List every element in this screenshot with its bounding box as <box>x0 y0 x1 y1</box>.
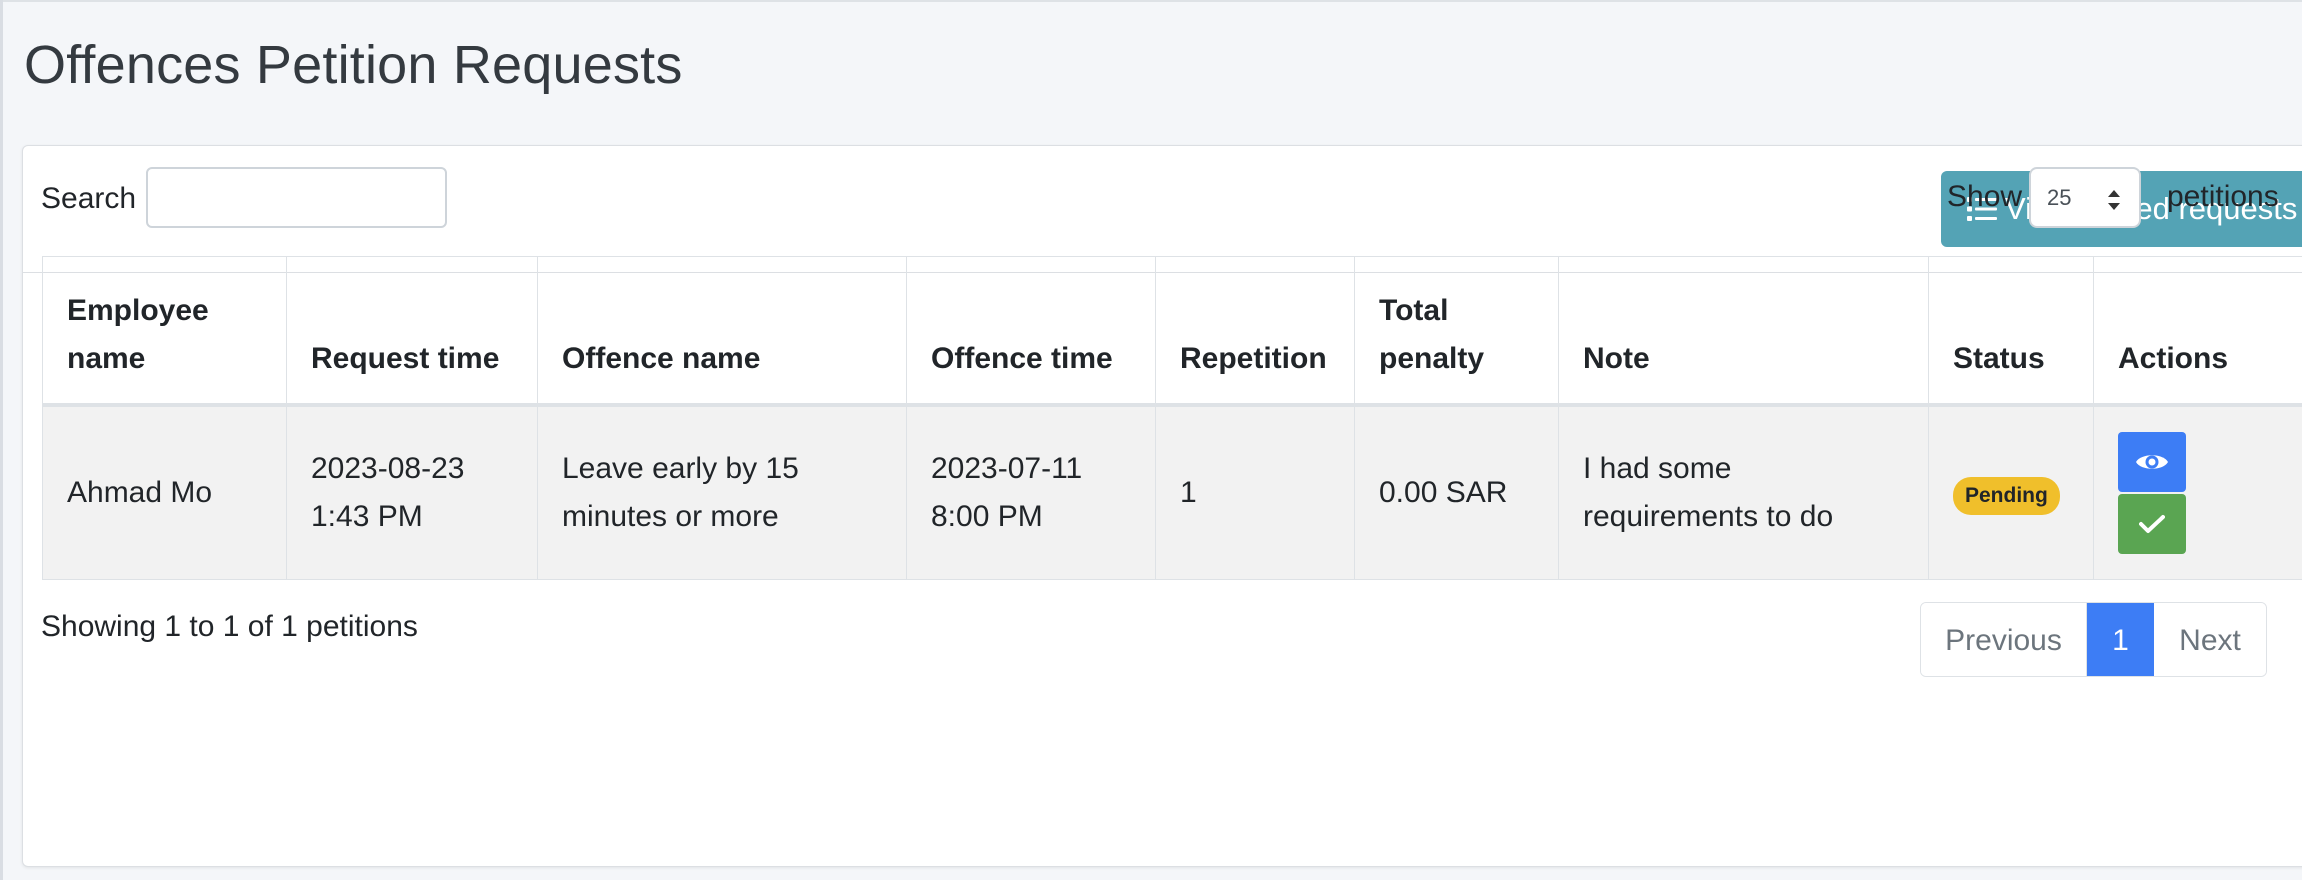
eye-icon <box>2136 455 2168 469</box>
cell-offence-time: 2023-07-11 8:00 PM <box>906 404 1156 580</box>
approve-button[interactable] <box>2118 493 2186 554</box>
table-header-row: Employee name Request time Offence name … <box>42 256 2302 407</box>
check-icon <box>2139 514 2165 533</box>
search-input[interactable] <box>146 167 447 228</box>
petitions-label: petitions <box>2167 180 2279 213</box>
col-repetition[interactable]: Repetition <box>1155 256 1355 407</box>
col-employee-name[interactable]: Employee name <box>42 256 287 407</box>
cell-status: Pending <box>1928 404 2094 580</box>
col-offence-time[interactable]: Offence time <box>906 256 1156 407</box>
cell-note: I had some requirements to do <box>1558 404 1929 580</box>
page-1-button[interactable]: 1 <box>2087 603 2154 676</box>
search-label: Search <box>41 182 137 215</box>
page-title: Offences Petition Requests <box>24 35 683 95</box>
page-size-value: 25 <box>2047 184 2072 210</box>
pagination: Previous 1 Next <box>1920 602 2267 677</box>
previous-page-button[interactable]: Previous <box>1921 603 2087 676</box>
col-request-time[interactable]: Request time <box>286 256 538 407</box>
show-label: Show <box>1947 180 2023 213</box>
cell-employee-name: Ahmad Mo <box>42 404 287 580</box>
sidebar-edge <box>0 0 3 880</box>
col-note[interactable]: Note <box>1558 256 1929 407</box>
col-total-penalty[interactable]: Total penalty <box>1354 256 1559 407</box>
window-top-border <box>0 0 2302 2</box>
col-actions: Actions <box>2093 256 2302 407</box>
next-page-button[interactable]: Next <box>2154 603 2266 676</box>
cell-offence-name: Leave early by 15 minutes or more <box>537 404 907 580</box>
petitions-table: Employee name Request time Offence name … <box>42 256 2302 580</box>
cell-repetition: 1 <box>1155 404 1355 580</box>
status-badge: Pending <box>1953 476 2060 515</box>
cell-actions <box>2093 404 2302 580</box>
col-offence-name[interactable]: Offence name <box>537 256 907 407</box>
cell-total-penalty: 0.00 SAR <box>1354 404 1559 580</box>
view-button[interactable] <box>2118 431 2186 492</box>
col-status[interactable]: Status <box>1928 256 2094 407</box>
cell-request-time: 2023-08-23 1:43 PM <box>286 404 538 580</box>
table-info: Showing 1 to 1 of 1 petitions <box>41 610 418 643</box>
page-size-select[interactable]: 25 <box>2029 167 2141 228</box>
row-actions <box>2118 431 2288 554</box>
table-row: Ahmad Mo 2023-08-23 1:43 PM Leave early … <box>42 404 2302 580</box>
sort-arrows-icon <box>2108 190 2120 210</box>
